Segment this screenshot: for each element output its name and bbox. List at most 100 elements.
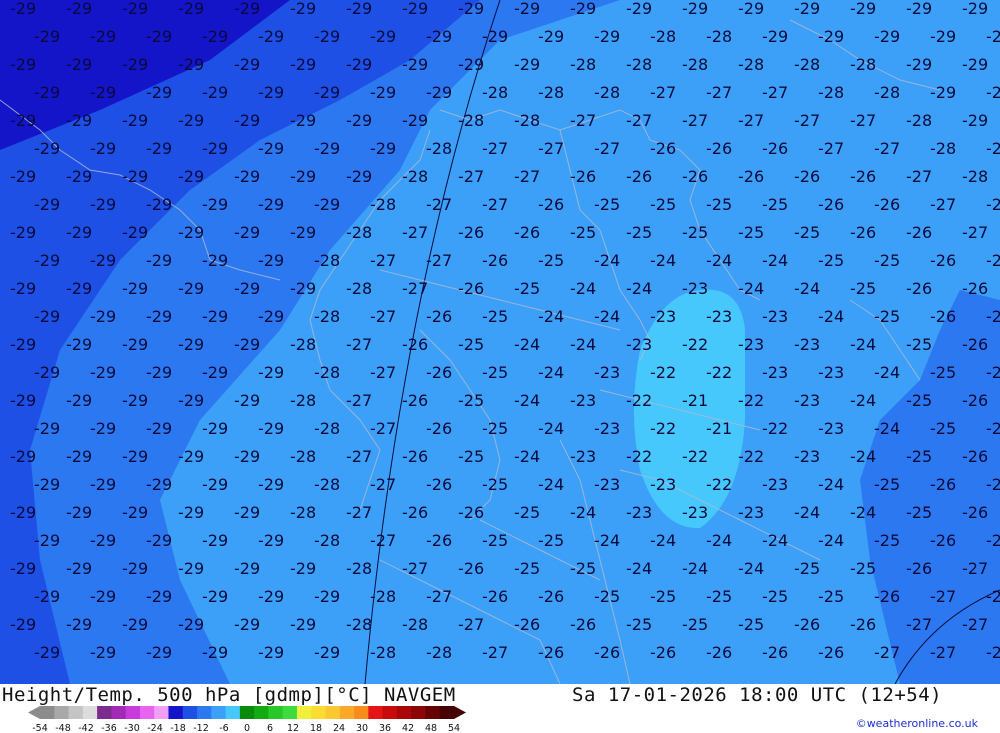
isoline-label: -29 xyxy=(122,279,148,298)
legend-swatches xyxy=(28,706,466,719)
isoline-label: -29 xyxy=(202,27,228,46)
legend-arrow-left xyxy=(28,706,40,719)
isoline-label: -29 xyxy=(290,0,316,18)
isoline-label: -29 xyxy=(10,111,36,130)
isoline-label: -29 xyxy=(178,559,204,578)
isoline-label: -25 xyxy=(482,419,508,438)
isoline-label: -28 xyxy=(962,167,988,186)
isoline-label: -24 xyxy=(850,391,876,410)
isoline-label: -29 xyxy=(258,643,284,662)
isoline-label: -28 xyxy=(514,111,540,130)
isoline-label: -24 xyxy=(794,503,820,522)
isoline-label: -29 xyxy=(10,223,36,242)
isoline-label: -22 xyxy=(738,447,764,466)
isoline-label: -29 xyxy=(570,0,596,18)
isoline-label: -29 xyxy=(34,531,60,550)
isoline-label: -25 xyxy=(682,223,708,242)
isoline-label: -25 xyxy=(482,363,508,382)
isoline-label: -29 xyxy=(178,335,204,354)
isoline-label: -28 xyxy=(930,139,956,158)
isoline-label: -24 xyxy=(538,475,564,494)
isoline-label: -29 xyxy=(178,111,204,130)
isoline-label: -27 xyxy=(986,531,1000,550)
isoline-label: -26 xyxy=(626,167,652,186)
isoline-label: -26 xyxy=(650,643,676,662)
isoline-label: -27 xyxy=(874,139,900,158)
isoline-label: -23 xyxy=(626,503,652,522)
legend-swatch xyxy=(425,706,441,719)
isoline-label: -28 xyxy=(986,139,1000,158)
isoline-label: -29 xyxy=(10,391,36,410)
isoline-label: -29 xyxy=(682,0,708,18)
isoline-label: -29 xyxy=(178,447,204,466)
isoline-label: -24 xyxy=(570,279,596,298)
credit-link[interactable]: ©weatheronline.co.uk xyxy=(856,717,978,730)
isoline-label: -26 xyxy=(482,587,508,606)
isoline-label: -26 xyxy=(962,279,988,298)
isoline-label: -25 xyxy=(762,587,788,606)
isoline-label: -29 xyxy=(258,531,284,550)
isoline-label: -28 xyxy=(314,531,340,550)
isoline-label: -29 xyxy=(402,111,428,130)
isoline-label: -25 xyxy=(458,447,484,466)
isoline-label: -24 xyxy=(874,363,900,382)
isoline-label: -29 xyxy=(66,615,92,634)
isoline-label: -27 xyxy=(986,251,1000,270)
isoline-label: -28 xyxy=(706,27,732,46)
isoline-label: -29 xyxy=(66,503,92,522)
map-canvas: -29 -29 -29 -29 -29 -29 -29 -29 -29 -29 -29 -29 -29-… xyxy=(0,0,1000,685)
legend-swatch xyxy=(125,706,141,719)
isoline-label: -24 xyxy=(850,447,876,466)
legend-swatch xyxy=(154,706,169,719)
isoline-label: -27 xyxy=(426,251,452,270)
isoline-label: -29 xyxy=(346,167,372,186)
isoline-label: -27 xyxy=(906,615,932,634)
legend-label: -12 xyxy=(193,723,209,732)
isoline-label: -26 xyxy=(570,167,596,186)
isoline-label: -29 xyxy=(90,419,116,438)
isoline-label: -29 xyxy=(66,167,92,186)
isoline-label: -29 xyxy=(66,559,92,578)
isoline-label: -29 xyxy=(258,587,284,606)
isoline-label: -26 xyxy=(402,447,428,466)
isoline-label: -29 xyxy=(178,223,204,242)
isoline-label: -29 xyxy=(10,55,36,74)
isoline-label: -29 xyxy=(290,559,316,578)
isoline-label: -26 xyxy=(402,503,428,522)
legend-label: 48 xyxy=(425,723,437,732)
isoline-label: -25 xyxy=(930,419,956,438)
legend-swatch xyxy=(97,706,112,719)
isoline-label: -29 xyxy=(146,475,172,494)
legend-swatch xyxy=(139,706,155,719)
isoline-label: -27 xyxy=(930,587,956,606)
isoline-label: -26 xyxy=(570,615,596,634)
isoline-label: -26 xyxy=(482,251,508,270)
isoline-label: -29 xyxy=(10,167,36,186)
isoline-label: -29 xyxy=(202,475,228,494)
isoline-label: -29 xyxy=(10,335,36,354)
isoline-label: -23 xyxy=(682,279,708,298)
isoline-label: -29 xyxy=(234,279,260,298)
isoline-label: -24 xyxy=(626,559,652,578)
isoline-label: -23 xyxy=(818,363,844,382)
isoline-label: -28 xyxy=(346,279,372,298)
isoline-label: -27 xyxy=(930,643,956,662)
isoline-label: -24 xyxy=(514,447,540,466)
isoline-label: -25 xyxy=(682,615,708,634)
legend-swatch xyxy=(54,706,70,719)
isoline-label: -23 xyxy=(650,307,676,326)
isoline-label: -26 xyxy=(458,559,484,578)
isoline-label: -27 xyxy=(986,587,1000,606)
isoline-label: -29 xyxy=(626,0,652,18)
isoline-label: -29 xyxy=(122,559,148,578)
isoline-label: -29 xyxy=(202,251,228,270)
isoline-label: -26 xyxy=(706,139,732,158)
legend-swatch xyxy=(111,706,127,719)
isoline-label: -24 xyxy=(706,531,732,550)
isoline-label: -23 xyxy=(794,335,820,354)
isoline-label: -29 xyxy=(202,419,228,438)
isoline-label: -28 xyxy=(482,83,508,102)
isoline-label: -24 xyxy=(738,559,764,578)
isoline-label: -29 xyxy=(314,83,340,102)
isoline-label: -29 xyxy=(90,139,116,158)
